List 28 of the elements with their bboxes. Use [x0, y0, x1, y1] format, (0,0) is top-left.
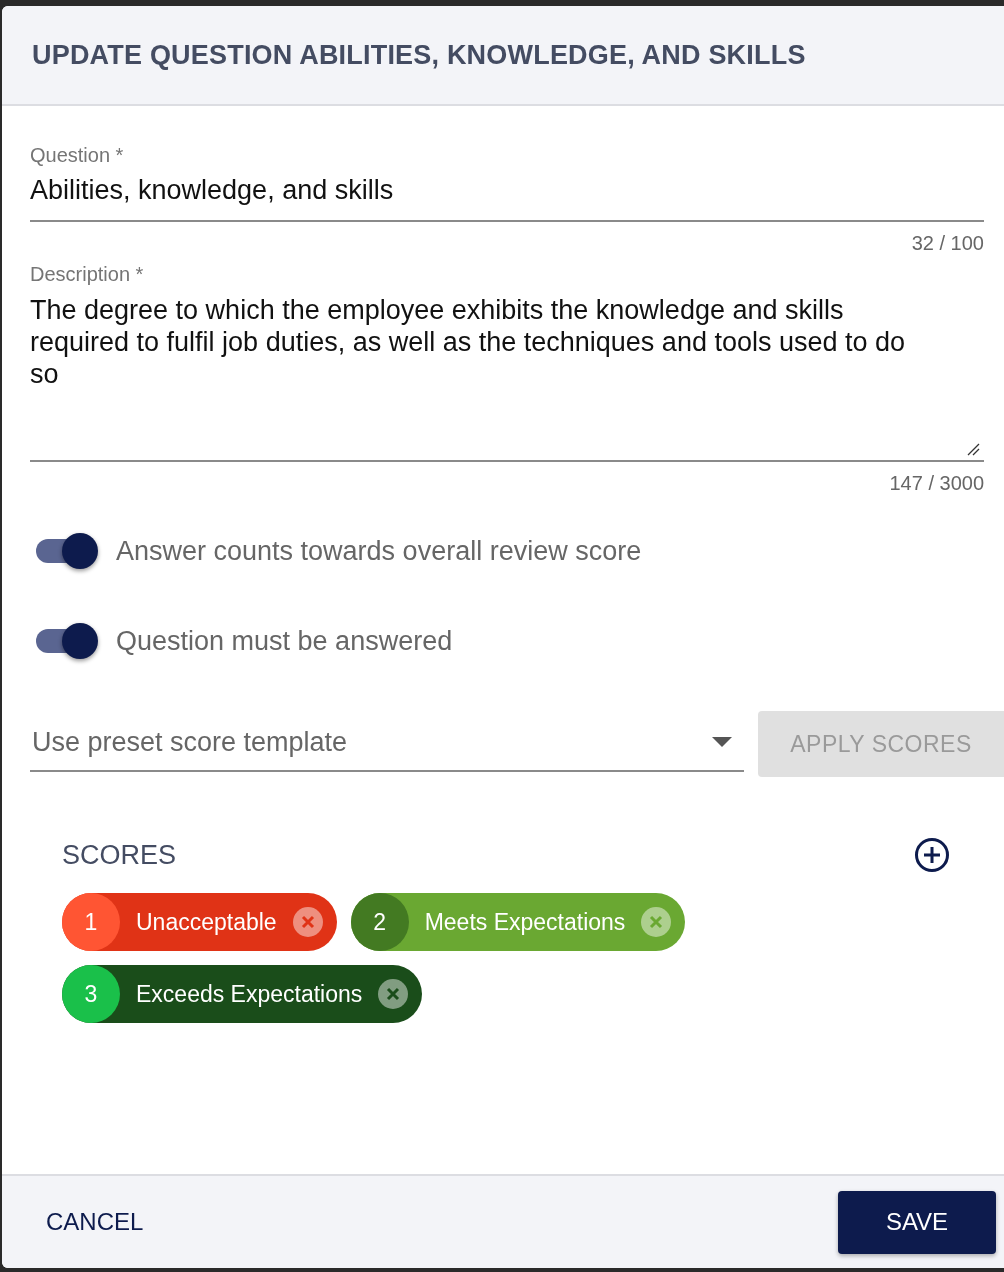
field-label: Question * — [30, 144, 125, 167]
character-counter: 32 / 100 — [910, 232, 984, 255]
toggle-label: Answer counts towards overall review score — [116, 535, 642, 567]
caret-icon — [712, 737, 732, 747]
remove-icon[interactable] — [378, 979, 409, 1009]
character-counter: 147 / 3000 — [888, 472, 984, 495]
template-select[interactable]: Use preset score template — [30, 716, 744, 772]
question-field[interactable]: Abilities, knowledge, and skills — [30, 175, 984, 222]
score-chip[interactable]: 1 Unacceptable — [62, 893, 337, 951]
score-label: Unacceptable — [136, 908, 277, 936]
dialog-title: UPDATE QUESTION ABILITIES, KNOWLEDGE, AND SKILLS — [32, 39, 806, 71]
score-number: 2 — [350, 893, 409, 951]
score-chip[interactable]: 2 Meets Expectations — [350, 893, 686, 951]
description-field[interactable]: The degree to which the employee exhibits the knowledge and skills required to fulfil job duties, as well as the techniques and tools used to do so — [30, 294, 984, 462]
section-heading: SCORES — [62, 839, 177, 871]
field-label: Description * — [30, 263, 145, 286]
cancel-button[interactable]: CANCEL — [46, 1208, 144, 1236]
resize-handle-icon[interactable] — [966, 442, 980, 456]
toggle-switch[interactable] — [36, 531, 98, 571]
add-icon[interactable] — [914, 837, 950, 873]
toggle-label: Question must be answered — [116, 625, 453, 657]
score-chip[interactable]: 3 Exceeds Expectations — [62, 965, 423, 1023]
score-label: Exceeds Expectations — [136, 980, 363, 1008]
score-number: 1 — [62, 893, 120, 951]
save-button[interactable]: SAVE — [838, 1190, 996, 1254]
toggle-switch[interactable] — [36, 621, 98, 661]
score-number: 3 — [62, 965, 120, 1023]
score-label: Meets Expectations — [424, 908, 626, 936]
